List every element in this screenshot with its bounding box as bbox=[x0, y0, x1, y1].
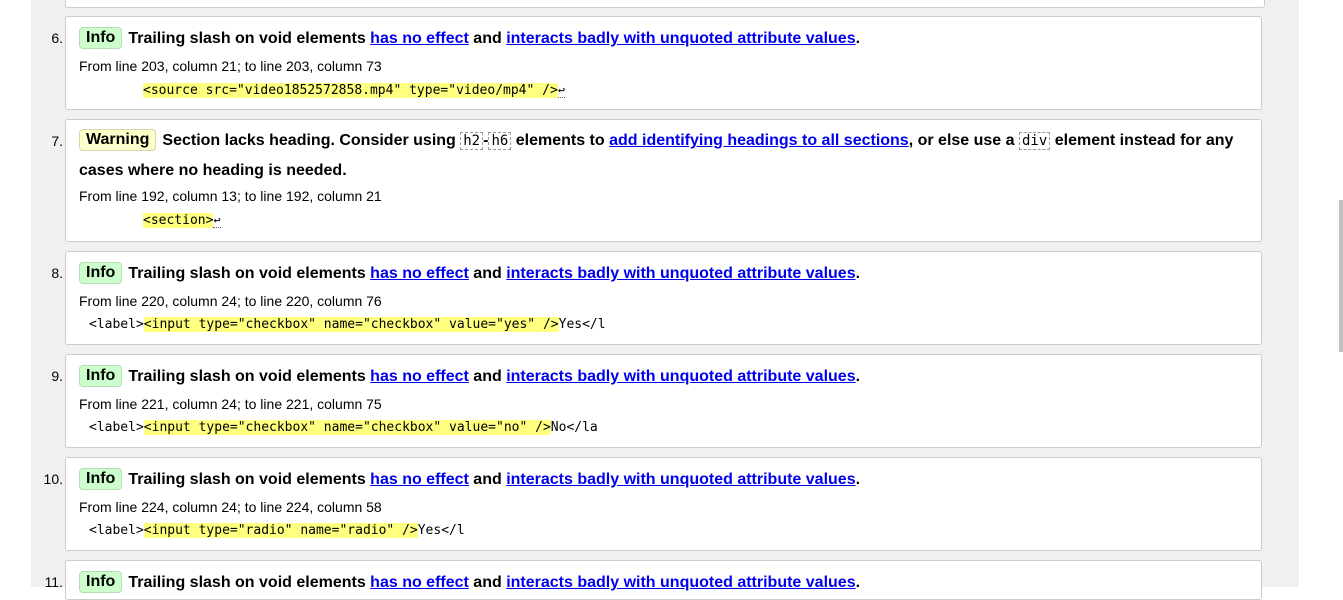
message-text-between: and bbox=[468, 368, 507, 385]
message-text-before: Trailing slash on void elements bbox=[128, 30, 371, 47]
message-text-between: and bbox=[468, 574, 507, 591]
code-h6: h6 bbox=[488, 132, 512, 150]
message-text-between: and bbox=[468, 471, 507, 488]
message-item: 10. Info Trailing slash on void elements … bbox=[44, 457, 1262, 551]
message-number: 10. bbox=[43, 471, 63, 487]
message-text: Info Trailing slash on void elements has … bbox=[79, 27, 1249, 51]
info-badge: Info bbox=[79, 468, 123, 490]
message-location: From line 220, column 24; to line 220, c… bbox=[79, 293, 382, 309]
has-no-effect-link[interactable]: has no effect bbox=[370, 471, 469, 488]
message-text-after: . bbox=[855, 471, 861, 488]
message-number: 11. bbox=[44, 574, 63, 590]
has-no-effect-link[interactable]: has no effect bbox=[370, 265, 469, 282]
identifying-headings-link[interactable]: add identifying headings to all sections bbox=[609, 132, 909, 149]
unquoted-attribute-values-link[interactable]: interacts badly with unquoted attribute … bbox=[506, 30, 855, 47]
message-part-3: , or else use a bbox=[908, 132, 1019, 149]
message-location: From line 221, column 24; to line 221, c… bbox=[79, 396, 382, 412]
extract-highlight: <section> bbox=[143, 213, 214, 228]
message-location: From line 203, column 21; to line 203, c… bbox=[79, 58, 382, 74]
extract-prefix: <label> bbox=[89, 420, 144, 435]
unquoted-attribute-values-link[interactable]: interacts badly with unquoted attribute … bbox=[506, 471, 855, 488]
extract-highlight: <input type="checkbox" name="checkbox" v… bbox=[143, 420, 551, 435]
extract-suffix: No</la bbox=[550, 420, 598, 435]
message-text-before: Trailing slash on void elements bbox=[128, 574, 371, 591]
unquoted-attribute-values-link[interactable]: interacts badly with unquoted attribute … bbox=[506, 368, 855, 385]
code-extract: <source src="video1852572858.mp4" type="… bbox=[79, 81, 1249, 100]
message-item: 6. Info Trailing slash on void elements h… bbox=[51, 16, 1262, 110]
message-number: 9. bbox=[51, 368, 63, 384]
message-location: From line 224, column 24; to line 224, c… bbox=[79, 499, 382, 515]
message-number: 8. bbox=[51, 265, 63, 281]
message-text: Info Trailing slash on void elements has … bbox=[79, 571, 1249, 595]
has-no-effect-link[interactable]: has no effect bbox=[370, 30, 469, 47]
line-feed-icon: ↩ bbox=[213, 213, 221, 228]
extract-suffix: Yes</l bbox=[558, 317, 606, 332]
info-badge: Info bbox=[79, 27, 123, 49]
code-div: div bbox=[1018, 132, 1051, 150]
message-item: 7. Warning Section lacks heading. Conside… bbox=[51, 119, 1262, 242]
unquoted-attribute-values-link[interactable]: interacts badly with unquoted attribute … bbox=[506, 265, 855, 282]
extract-highlight: <input type="radio" name="radio" /> bbox=[143, 523, 418, 538]
message-text-after: . bbox=[855, 574, 861, 591]
info-badge: Info bbox=[79, 571, 123, 593]
message-part-2: elements to bbox=[511, 132, 610, 149]
message-text: Info Trailing slash on void elements has … bbox=[79, 468, 1249, 492]
message-part-1: Section lacks heading. Consider using bbox=[162, 132, 461, 149]
message-text-before: Trailing slash on void elements bbox=[128, 265, 371, 282]
info-badge: Info bbox=[79, 365, 123, 387]
message-location: From line 192, column 13; to line 192, c… bbox=[79, 188, 382, 204]
message-text: Info Trailing slash on void elements has … bbox=[79, 365, 1249, 389]
extract-highlight: <source src="video1852572858.mp4" type="… bbox=[143, 83, 558, 98]
scrollbar-track[interactable] bbox=[1338, 0, 1343, 587]
message-item: 11. Info Trailing slash on void elements … bbox=[45, 560, 1262, 600]
message-item: 8. Info Trailing slash on void elements h… bbox=[51, 251, 1262, 345]
warning-badge: Warning bbox=[79, 129, 157, 151]
scrollbar-thumb[interactable] bbox=[1339, 200, 1343, 352]
message-text-after: . bbox=[855, 265, 861, 282]
unquoted-attribute-values-link[interactable]: interacts badly with unquoted attribute … bbox=[506, 574, 855, 591]
code-extract: <section>↩ bbox=[79, 211, 1249, 230]
code-extract: <label><input type="checkbox" name="chec… bbox=[79, 316, 1249, 334]
info-badge: Info bbox=[79, 262, 123, 284]
code-h2: h2 bbox=[460, 132, 484, 150]
message-text-between: and bbox=[468, 30, 507, 47]
extract-prefix: <label> bbox=[89, 523, 144, 538]
message-number: 7. bbox=[51, 133, 63, 149]
has-no-effect-link[interactable]: has no effect bbox=[370, 574, 469, 591]
extract-highlight: <input type="checkbox" name="checkbox" v… bbox=[143, 317, 559, 332]
message-text-between: and bbox=[468, 265, 507, 282]
previous-message-card bbox=[65, 0, 1265, 8]
code-extract: <label><input type="checkbox" name="chec… bbox=[79, 419, 1249, 437]
message-number: 6. bbox=[51, 30, 63, 46]
extract-suffix: Yes</l bbox=[417, 523, 465, 538]
extract-prefix: <label> bbox=[89, 317, 144, 332]
message-text-before: Trailing slash on void elements bbox=[128, 471, 371, 488]
line-feed-icon: ↩ bbox=[557, 83, 566, 98]
code-extract: <label><input type="radio" name="radio" … bbox=[79, 522, 1249, 540]
has-no-effect-link[interactable]: has no effect bbox=[370, 368, 469, 385]
message-text: Warning Section lacks heading. Consider u… bbox=[79, 126, 1249, 185]
message-text-after: . bbox=[855, 30, 861, 47]
message-item: 9. Info Trailing slash on void elements h… bbox=[51, 354, 1262, 448]
message-text-before: Trailing slash on void elements bbox=[128, 368, 371, 385]
message-text: Info Trailing slash on void elements has … bbox=[79, 262, 1249, 286]
message-text-after: . bbox=[855, 368, 861, 385]
